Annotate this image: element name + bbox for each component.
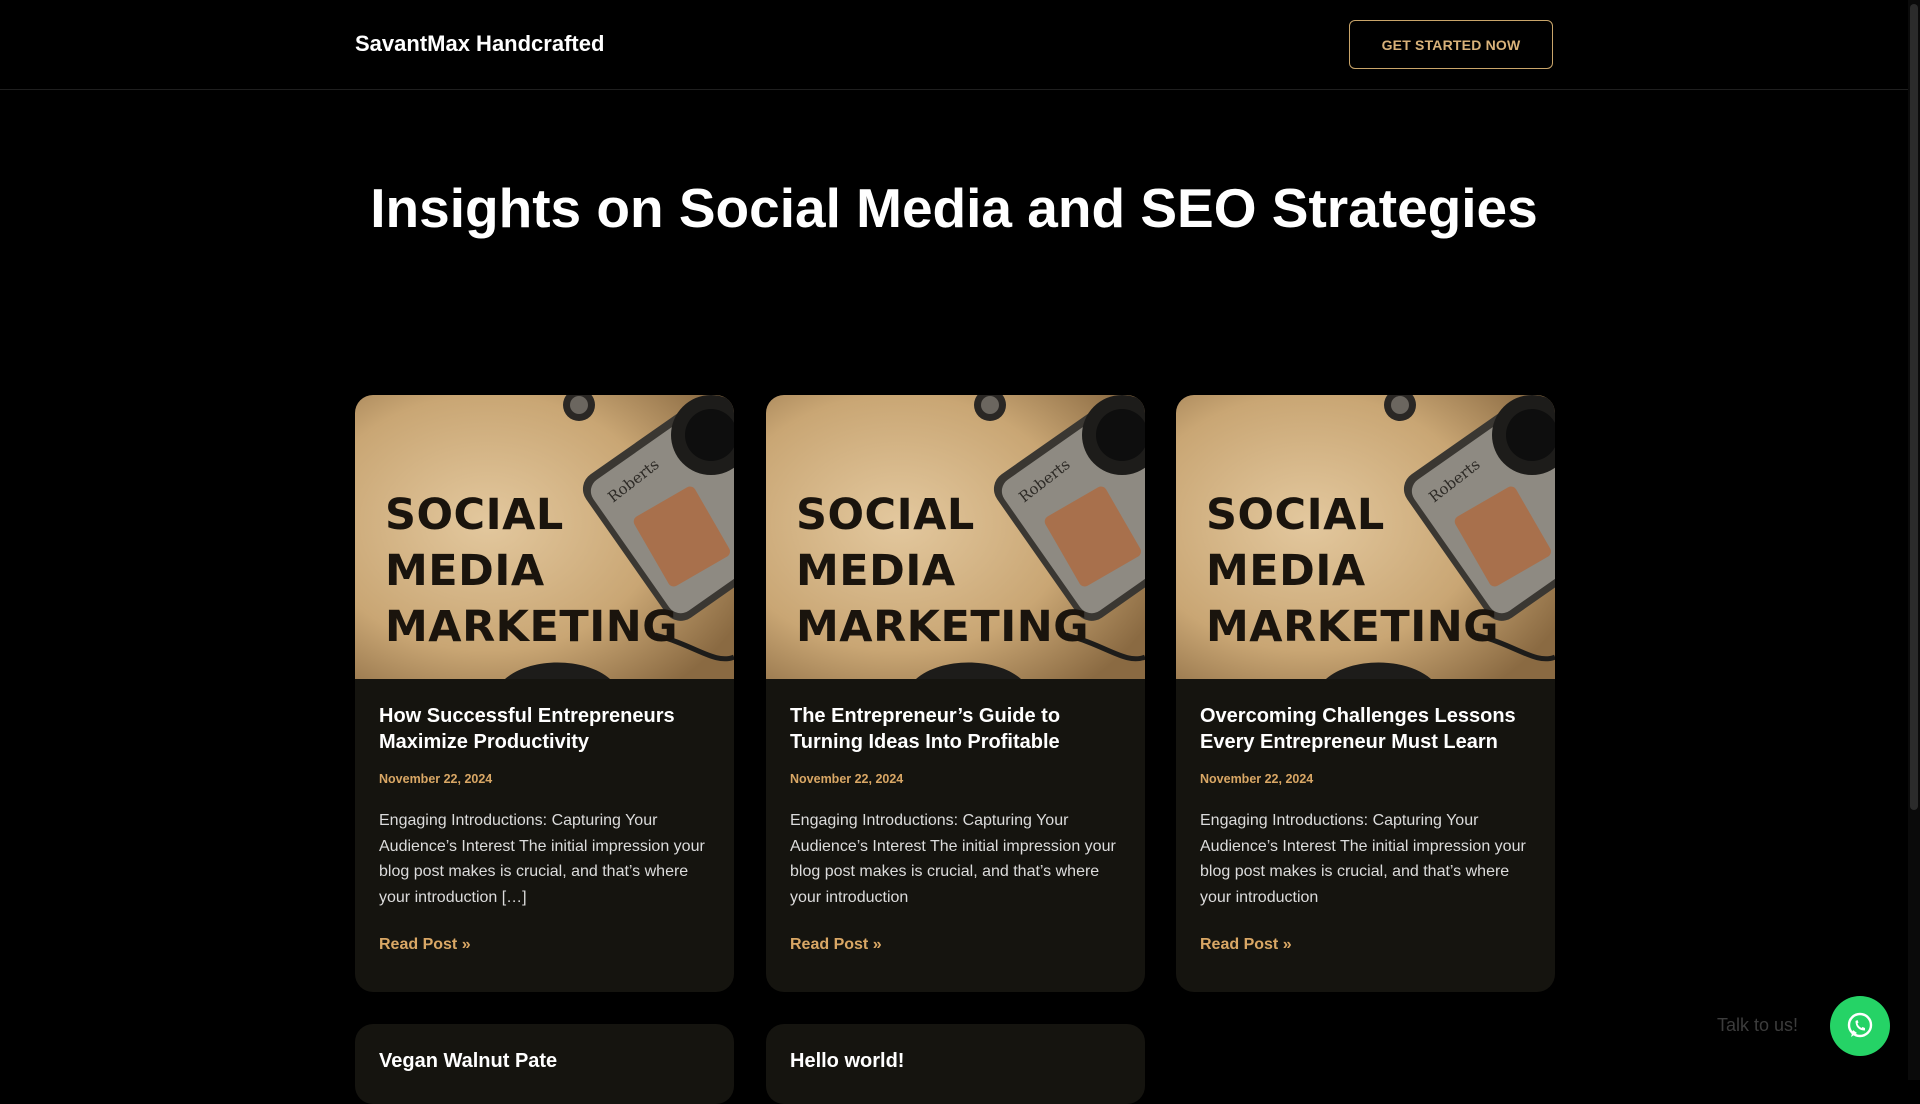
post-card: Roberts SOCIAL MEDIA MARKETING How Succe… [355, 395, 734, 992]
thumbnail-caption: SOCIAL MEDIA MARKETING [385, 490, 678, 652]
site-brand[interactable]: SavantMax Handcrafted [355, 31, 604, 57]
post-date: November 22, 2024 [790, 772, 904, 786]
post-title[interactable]: Vegan Walnut Pate [379, 1048, 710, 1074]
post-title[interactable]: How Successful Entrepreneurs Maximize Pr… [379, 703, 710, 755]
post-title[interactable]: Overcoming Challenges Lessons Every Entr… [1200, 703, 1531, 755]
post-excerpt: Engaging Introductions: Capturing Your A… [1200, 812, 1526, 906]
post-card: Hello world! [766, 1024, 1145, 1104]
thumbnail-caption: SOCIAL MEDIA MARKETING [796, 490, 1089, 652]
thumbnail-caption: SOCIAL MEDIA MARKETING [1206, 490, 1499, 652]
post-excerpt: Engaging Introductions: Capturing Your A… [790, 812, 1116, 906]
post-thumbnail[interactable]: Roberts SOCIAL MEDIA MARKETING [1176, 395, 1555, 679]
post-date: November 22, 2024 [379, 772, 493, 786]
whatsapp-icon [1847, 1012, 1873, 1038]
post-title[interactable]: The Entrepreneur’s Guide to Turning Idea… [790, 703, 1121, 755]
post-thumbnail[interactable]: Roberts SOCIAL MEDIA MARKETING [355, 395, 734, 679]
post-card: Roberts SOCIAL MEDIA MARKETING Overcomin… [1176, 395, 1555, 992]
get-started-button[interactable]: GET STARTED NOW [1349, 20, 1553, 69]
post-card: Roberts SOCIAL MEDIA MARKETING The Entre… [766, 395, 1145, 992]
read-post-link[interactable]: Read Post » [790, 936, 882, 954]
read-post-link[interactable]: Read Post » [379, 936, 471, 954]
post-title[interactable]: Hello world! [790, 1048, 1121, 1074]
whatsapp-chat-button[interactable] [1830, 996, 1890, 1056]
post-card: Vegan Walnut Pate [355, 1024, 734, 1104]
read-post-link[interactable]: Read Post » [1200, 936, 1292, 954]
scrollbar-thumb[interactable] [1910, 4, 1918, 810]
site-header: SavantMax Handcrafted GET STARTED NOW [0, 0, 1908, 90]
post-date: November 22, 2024 [1200, 772, 1314, 786]
post-thumbnail[interactable]: Roberts SOCIAL MEDIA MARKETING [766, 395, 1145, 679]
chat-label: Talk to us! [1717, 1015, 1799, 1035]
page-scrollbar[interactable] [1908, 0, 1920, 1080]
page-title: Insights on Social Media and SEO Strateg… [370, 177, 1538, 239]
post-excerpt: Engaging Introductions: Capturing Your A… [379, 812, 705, 906]
